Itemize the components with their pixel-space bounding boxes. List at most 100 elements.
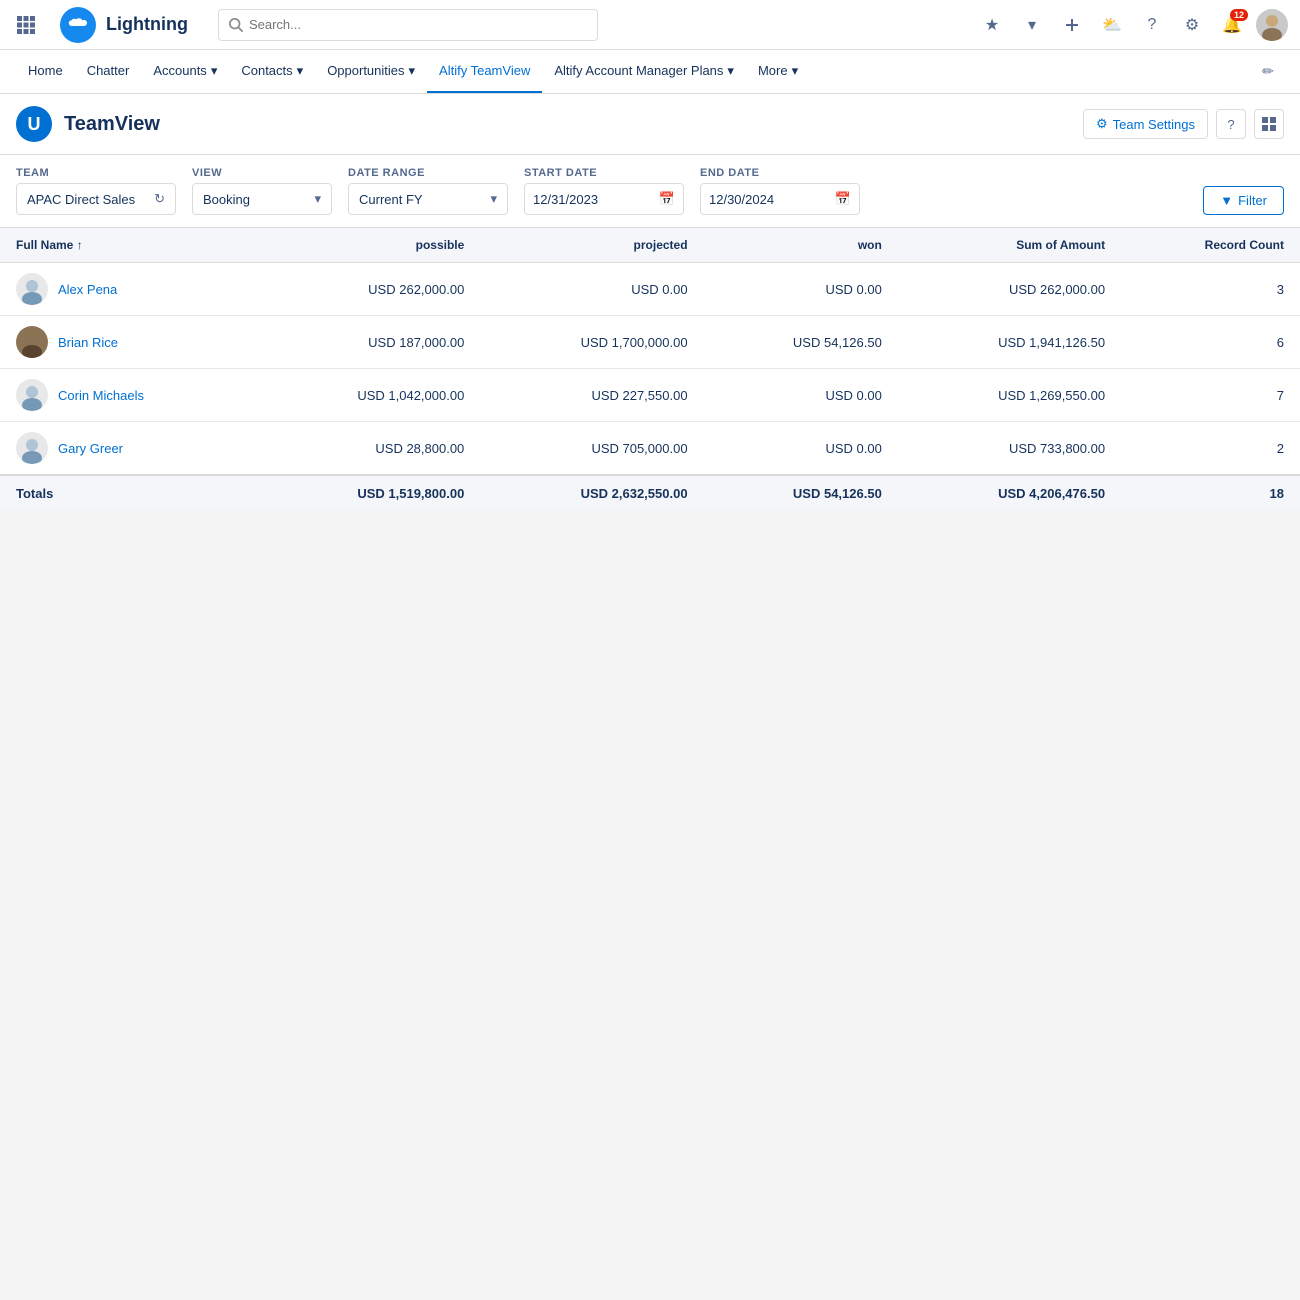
table-row: Alex Pena USD 262,000.00 USD 0.00 USD 0.… — [0, 263, 1300, 316]
nav-chatter[interactable]: Chatter — [75, 50, 142, 93]
col-header-possible[interactable]: possible — [257, 228, 480, 263]
app-name: Lightning — [106, 14, 188, 35]
cell-record-count: 3 — [1121, 263, 1300, 316]
top-nav-icons: ★ ▾ ⛅ ? ⚙ 🔔 12 — [976, 9, 1288, 41]
col-header-sum-amount[interactable]: Sum of Amount — [898, 228, 1121, 263]
edit-page-button[interactable]: ✏ — [1252, 56, 1284, 88]
cell-won: USD 0.00 — [704, 422, 898, 476]
favorites-button[interactable]: ★ — [976, 9, 1008, 41]
nav-altify-teamview[interactable]: Altify TeamView — [427, 50, 542, 93]
cell-won: USD 0.00 — [704, 369, 898, 422]
end-date-filter-group: End Date 12/30/2024 📅 — [700, 167, 860, 215]
help-button[interactable]: ? — [1136, 9, 1168, 41]
person-avatar — [16, 273, 48, 305]
nav-accounts[interactable]: Accounts ▾ — [141, 50, 229, 93]
totals-projected: USD 2,632,550.00 — [480, 475, 703, 511]
app-grid-icon[interactable] — [12, 11, 40, 39]
start-date-input[interactable]: 12/31/2023 📅 — [524, 183, 684, 215]
cloud-button[interactable]: ⛅ — [1096, 9, 1128, 41]
team-data-table: Full Name ↑ possible projected won Sum o… — [0, 228, 1300, 511]
table-row: Brian Rice USD 187,000.00 USD 1,700,000.… — [0, 316, 1300, 369]
nav-more[interactable]: More ▾ — [746, 50, 810, 93]
salesforce-logo — [60, 7, 96, 43]
page-content: U TeamView ⚙ Team Settings ? Team APAC D… — [0, 94, 1300, 511]
date-range-dropdown-icon: ▾ — [490, 191, 497, 207]
cell-sum-amount: USD 1,269,550.00 — [898, 369, 1121, 422]
settings-gear-icon: ⚙ — [1096, 116, 1108, 132]
search-icon — [229, 18, 243, 32]
cell-sum-amount: USD 262,000.00 — [898, 263, 1121, 316]
team-select[interactable]: APAC Direct Sales ↻ — [16, 183, 176, 215]
sort-icon: ↑ — [77, 238, 83, 252]
search-input[interactable] — [249, 17, 587, 32]
team-label: Team — [16, 167, 176, 179]
grid-view-button[interactable] — [1254, 109, 1284, 139]
cell-projected: USD 1,700,000.00 — [480, 316, 703, 369]
team-filter-group: Team APAC Direct Sales ↻ — [16, 167, 176, 215]
person-name-link[interactable]: Gary Greer — [58, 441, 123, 456]
start-date-filter-group: Start Date 12/31/2023 📅 — [524, 167, 684, 215]
col-header-won[interactable]: won — [704, 228, 898, 263]
cell-projected: USD 705,000.00 — [480, 422, 703, 476]
cell-name: Brian Rice — [0, 316, 257, 369]
user-avatar[interactable] — [1256, 9, 1288, 41]
nav-contacts[interactable]: Contacts ▾ — [229, 50, 315, 93]
more-dropdown-icon: ▾ — [792, 63, 799, 79]
notifications-wrapper: 🔔 12 — [1216, 9, 1248, 41]
settings-button[interactable]: ⚙ — [1176, 9, 1208, 41]
nav-home[interactable]: Home — [16, 50, 75, 93]
col-header-record-count[interactable]: Record Count — [1121, 228, 1300, 263]
header-actions: ⚙ Team Settings ? — [1083, 109, 1284, 139]
secondary-navigation: Home Chatter Accounts ▾ Contacts ▾ Oppor… — [0, 50, 1300, 94]
person-name-link[interactable]: Corin Michaels — [58, 388, 144, 403]
cell-name: Alex Pena — [0, 263, 257, 316]
cell-record-count: 6 — [1121, 316, 1300, 369]
start-date-label: Start Date — [524, 167, 684, 179]
start-date-calendar-icon: 📅 — [659, 191, 675, 207]
cell-possible: USD 28,800.00 — [257, 422, 480, 476]
page-help-button[interactable]: ? — [1216, 109, 1246, 139]
cell-projected: USD 0.00 — [480, 263, 703, 316]
person-name-link[interactable]: Brian Rice — [58, 335, 118, 350]
nav-opportunities[interactable]: Opportunities ▾ — [315, 50, 427, 93]
teamview-icon: U — [16, 106, 52, 142]
page-title: TeamView — [64, 113, 160, 136]
nav-altify-account-manager[interactable]: Altify Account Manager Plans ▾ — [542, 50, 746, 93]
col-header-projected[interactable]: projected — [480, 228, 703, 263]
favorites-dropdown-button[interactable]: ▾ — [1016, 9, 1048, 41]
cell-record-count: 2 — [1121, 422, 1300, 476]
data-table-container: Full Name ↑ possible projected won Sum o… — [0, 228, 1300, 511]
cell-sum-amount: USD 733,800.00 — [898, 422, 1121, 476]
cell-possible: USD 1,042,000.00 — [257, 369, 480, 422]
account-manager-dropdown-icon: ▾ — [727, 63, 734, 79]
cell-name: Gary Greer — [0, 422, 257, 476]
cell-projected: USD 227,550.00 — [480, 369, 703, 422]
totals-sum-amount: USD 4,206,476.50 — [898, 475, 1121, 511]
view-dropdown-icon: ▾ — [314, 191, 321, 207]
add-button[interactable] — [1056, 9, 1088, 41]
accounts-dropdown-icon: ▾ — [211, 63, 218, 79]
date-range-label: Date Range — [348, 167, 508, 179]
top-navigation: Lightning ★ ▾ ⛅ ? ⚙ 🔔 12 — [0, 0, 1300, 50]
person-avatar — [16, 379, 48, 411]
search-bar[interactable] — [218, 9, 598, 41]
date-range-filter-group: Date Range Current FY ▾ — [348, 167, 508, 215]
filters-row: Team APAC Direct Sales ↻ View Booking ▾ … — [0, 155, 1300, 228]
cell-sum-amount: USD 1,941,126.50 — [898, 316, 1121, 369]
cell-won: USD 0.00 — [704, 263, 898, 316]
person-name-link[interactable]: Alex Pena — [58, 282, 117, 297]
contacts-dropdown-icon: ▾ — [297, 63, 304, 79]
cell-won: USD 54,126.50 — [704, 316, 898, 369]
table-row: Gary Greer USD 28,800.00 USD 705,000.00 … — [0, 422, 1300, 476]
view-label: View — [192, 167, 332, 179]
totals-label: Totals — [0, 475, 257, 511]
end-date-input[interactable]: 12/30/2024 📅 — [700, 183, 860, 215]
notification-badge: 12 — [1230, 9, 1248, 21]
view-select[interactable]: Booking ▾ — [192, 183, 332, 215]
team-settings-button[interactable]: ⚙ Team Settings — [1083, 109, 1208, 139]
date-range-select[interactable]: Current FY ▾ — [348, 183, 508, 215]
filter-button[interactable]: ▼ Filter — [1203, 186, 1284, 215]
cell-possible: USD 187,000.00 — [257, 316, 480, 369]
col-header-name[interactable]: Full Name ↑ — [0, 228, 257, 263]
table-row: Corin Michaels USD 1,042,000.00 USD 227,… — [0, 369, 1300, 422]
